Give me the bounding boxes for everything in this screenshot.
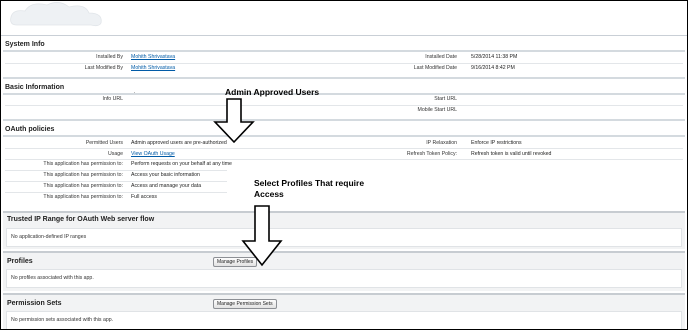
permission-item: Access and manage your data xyxy=(131,183,202,189)
mobile-start-url-label: Mobile Start URL xyxy=(417,107,458,113)
view-oauth-usage-link[interactable]: View OAuth Usage xyxy=(131,151,175,157)
basic-information-title: Basic Information xyxy=(5,84,65,91)
section-divider xyxy=(3,50,685,52)
installed-by-label: Installed By xyxy=(96,54,123,60)
installed-date-value: 5/28/2014 11:38 PM xyxy=(471,54,518,60)
usage-label: Usage xyxy=(108,151,123,157)
permission-item: Full access xyxy=(131,194,157,200)
last-modified-date-value: 9/16/2014 8:42 PM xyxy=(471,65,515,71)
select-profiles-annotation-line2: Access xyxy=(254,189,284,199)
select-profiles-annotation: Select Profiles That require xyxy=(254,178,365,188)
oauth-policies-title: OAuth policies xyxy=(5,126,55,133)
cloud-logo xyxy=(10,2,102,27)
permission-label: This application has permission to: xyxy=(43,172,123,178)
row-divider xyxy=(5,181,227,182)
down-arrow-icon xyxy=(213,98,255,144)
installed-by-link[interactable]: Mohith Shrivastava xyxy=(131,54,175,60)
admin-approved-annotation: Admin Approved Users xyxy=(225,87,320,97)
profiles-title: Profiles xyxy=(7,258,33,265)
permission-item: Perform requests on your behalf at any t… xyxy=(131,161,232,167)
trusted-ip-title: Trusted IP Range for OAuth Web server fl… xyxy=(7,216,155,223)
app-detail-page: System Info Installed By Mohith Shrivast… xyxy=(0,0,688,330)
refresh-token-value: Refresh token is valid until revoked xyxy=(471,151,552,157)
trusted-ip-empty-text: No application-defined IP ranges xyxy=(11,234,87,240)
section-divider xyxy=(3,93,685,95)
trusted-ip-body: No application-defined IP ranges xyxy=(6,228,682,247)
section-divider xyxy=(3,119,685,121)
profiles-empty-text: No profiles associated with this app. xyxy=(11,275,94,281)
permission-sets-body: No permission sets associated with this … xyxy=(6,311,682,329)
row-divider xyxy=(5,170,227,171)
ip-relaxation-label: IP Relaxation xyxy=(426,140,457,146)
info-url-label: Info URL xyxy=(102,96,123,102)
ip-relaxation-value: Enforce IP restrictions xyxy=(471,140,522,146)
permission-item: Access your basic information xyxy=(131,172,200,178)
row-divider xyxy=(5,105,683,106)
last-modified-by-link[interactable]: Mohith Shrivastava xyxy=(131,65,175,71)
profiles-panel: Profiles Manage Profiles No profiles ass… xyxy=(3,251,685,291)
trusted-ip-panel: Trusted IP Range for OAuth Web server fl… xyxy=(3,211,685,249)
section-divider xyxy=(3,135,685,137)
permission-label: This application has permission to: xyxy=(43,194,123,200)
row-divider xyxy=(5,63,683,64)
refresh-token-label: Refresh Token Policy: xyxy=(406,151,457,157)
permission-sets-panel: Permission Sets Manage Permission Sets N… xyxy=(3,293,685,329)
down-arrow-icon xyxy=(241,205,283,267)
info-url-value: . xyxy=(134,89,136,95)
last-modified-date-label: Last Modified Date xyxy=(413,65,457,71)
header-divider xyxy=(1,35,687,36)
system-info-title: System Info xyxy=(5,41,45,48)
permission-label: This application has permission to: xyxy=(43,161,123,167)
permission-sets-empty-text: No permission sets associated with this … xyxy=(11,317,114,323)
permission-label: This application has permission to: xyxy=(43,183,123,189)
permitted-users-label: Permitted Users xyxy=(85,140,123,146)
row-divider xyxy=(5,159,683,160)
profiles-body: No profiles associated with this app. xyxy=(6,269,682,288)
installed-date-label: Installed Date xyxy=(425,54,457,60)
last-modified-by-label: Last Modified By xyxy=(84,65,123,71)
manage-permission-sets-button[interactable]: Manage Permission Sets xyxy=(213,299,277,309)
permission-sets-title: Permission Sets xyxy=(7,300,62,307)
row-divider xyxy=(5,192,227,193)
section-divider xyxy=(3,77,685,79)
row-divider xyxy=(5,148,683,149)
start-url-label: Start URL xyxy=(434,96,457,102)
